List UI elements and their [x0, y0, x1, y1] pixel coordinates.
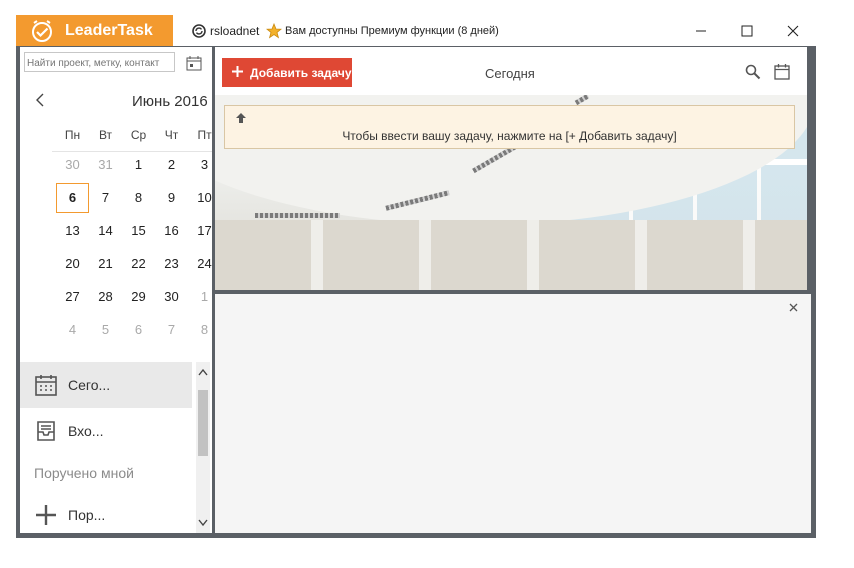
user-name[interactable]: rsloadnet [210, 24, 259, 38]
calendar-day[interactable]: 7 [89, 183, 122, 213]
background-wall [215, 220, 807, 290]
calendar-day[interactable]: 8 [188, 315, 212, 345]
calendar-day[interactable]: 8 [122, 183, 155, 213]
calendar-day[interactable]: 13 [56, 216, 89, 246]
calendar-day[interactable]: 24 [188, 249, 212, 279]
arrow-up-icon [236, 113, 246, 123]
calendar-day[interactable]: 1 [188, 282, 212, 312]
task-list-panel: Добавить задачу Сегодня Чтобы ввести ваш… [215, 47, 807, 290]
sidebar-item-add-assignment[interactable]: Пор... [20, 492, 192, 533]
scroll-up-icon[interactable] [198, 368, 208, 376]
close-button[interactable] [770, 15, 816, 46]
minimize-button[interactable] [678, 15, 724, 46]
title-bar: LeaderTask rsloadnet Вам доступны Премиу… [16, 15, 816, 46]
chevron-left-icon[interactable] [35, 93, 45, 107]
calendar-view-icon[interactable] [186, 55, 202, 71]
view-title: Сегодня [485, 66, 535, 81]
weekday-label: Вт [98, 128, 113, 142]
calendar-day[interactable]: 17 [188, 216, 212, 246]
calendar-day[interactable]: 22 [122, 249, 155, 279]
calendar-day[interactable]: 30 [155, 282, 188, 312]
calendar-month-label: Июнь 2016 [132, 93, 208, 110]
calendar-week-row: 6 7 8 9 10 [56, 181, 212, 214]
calendar-day[interactable]: 5 [89, 315, 122, 345]
sidebar-scrollbar[interactable] [196, 362, 210, 533]
sidebar-item-label: Вхо... [68, 423, 104, 439]
project-search-box[interactable] [24, 52, 175, 72]
calendar-day[interactable]: 28 [89, 282, 122, 312]
calendar-day[interactable]: 29 [122, 282, 155, 312]
sidebar-item-today[interactable]: Сего... [20, 362, 192, 408]
maximize-icon [741, 25, 753, 37]
sidebar: Июнь 2016 Пн Вт Ср Чт Пт 30 31 1 2 3 6 7… [20, 47, 212, 533]
calendar-day[interactable]: 20 [56, 249, 89, 279]
scroll-down-icon[interactable] [198, 519, 208, 527]
calendar-day[interactable]: 15 [122, 216, 155, 246]
hint-text: Чтобы ввести вашу задачу, нажмите на [+ … [342, 129, 677, 143]
calendar-day[interactable]: 30 [56, 150, 89, 180]
calendar-day[interactable]: 23 [155, 249, 188, 279]
weekday-label: Ср [130, 128, 147, 142]
calendar-day[interactable]: 14 [89, 216, 122, 246]
calendar-week-row: 30 31 1 2 3 [56, 148, 212, 181]
app-window: LeaderTask rsloadnet Вам доступны Премиу… [16, 15, 816, 538]
maximize-button[interactable] [724, 15, 770, 46]
weekday-label: Пт [197, 128, 212, 142]
plus-icon [232, 66, 243, 77]
minimize-icon [696, 30, 706, 32]
add-task-hint: Чтобы ввести вашу задачу, нажмите на [+ … [224, 105, 795, 149]
calendar-day-selected[interactable]: 6 [56, 182, 89, 213]
calendar-day[interactable]: 6 [122, 315, 155, 345]
calendar-day[interactable]: 16 [155, 216, 188, 246]
clock-check-logo-icon [32, 20, 52, 42]
weekday-label: Чт [164, 128, 179, 142]
calendar-weekday-row: Пн Вт Ср Чт Пт [56, 122, 212, 148]
close-icon [787, 25, 799, 37]
calendar-day[interactable]: 1 [122, 150, 155, 180]
background-vent [255, 213, 340, 218]
sidebar-item-label: Пор... [68, 507, 106, 523]
scrollbar-thumb[interactable] [198, 390, 208, 456]
calendar-day[interactable]: 7 [155, 315, 188, 345]
weekday-label: Пн [64, 128, 81, 142]
add-task-button[interactable]: Добавить задачу [222, 58, 352, 87]
inbox-icon [37, 421, 55, 441]
brand-name: LeaderTask [65, 22, 153, 39]
calendar-week-row: 13 14 15 16 17 [56, 214, 212, 247]
calendar-grid: Пн Вт Ср Чт Пт 30 31 1 2 3 6 7 8 9 10 13… [56, 122, 212, 346]
sidebar-nav: Сего... Вхо... Поручено мной Пор... [20, 362, 192, 533]
close-icon[interactable] [789, 303, 798, 312]
search-icon[interactable] [745, 64, 761, 80]
calendar-week-row: 27 28 29 30 1 [56, 280, 212, 313]
calendar-day[interactable]: 2 [155, 150, 188, 180]
calendar-week-row: 20 21 22 23 24 [56, 247, 212, 280]
calendar-day[interactable]: 10 [188, 183, 212, 213]
star-icon [266, 23, 282, 39]
calendar-day[interactable]: 9 [155, 183, 188, 213]
brand-area: LeaderTask [16, 15, 173, 46]
sidebar-item-label: Сего... [68, 377, 111, 393]
plus-icon [36, 505, 56, 525]
project-search-input[interactable] [25, 55, 173, 72]
sync-user-icon[interactable] [192, 24, 206, 38]
calendar-day[interactable]: 31 [89, 150, 122, 180]
premium-notice[interactable]: Вам доступны Премиум функции (8 дней) [285, 25, 499, 37]
panel-resize-handle[interactable] [807, 47, 812, 290]
today-calendar-icon [35, 375, 57, 396]
calendar-day[interactable]: 4 [56, 315, 89, 345]
calendar-day[interactable]: 3 [188, 150, 212, 180]
sidebar-item-inbox[interactable]: Вхо... [20, 408, 192, 454]
add-task-label: Добавить задачу [250, 66, 352, 80]
calendar-icon[interactable] [774, 63, 790, 80]
task-details-panel [215, 294, 811, 533]
calendar-day[interactable]: 21 [89, 249, 122, 279]
calendar-day[interactable]: 27 [56, 282, 89, 312]
calendar-week-row: 4 5 6 7 8 [56, 313, 212, 346]
section-header-assigned-by-me: Поручено мной [34, 465, 134, 481]
